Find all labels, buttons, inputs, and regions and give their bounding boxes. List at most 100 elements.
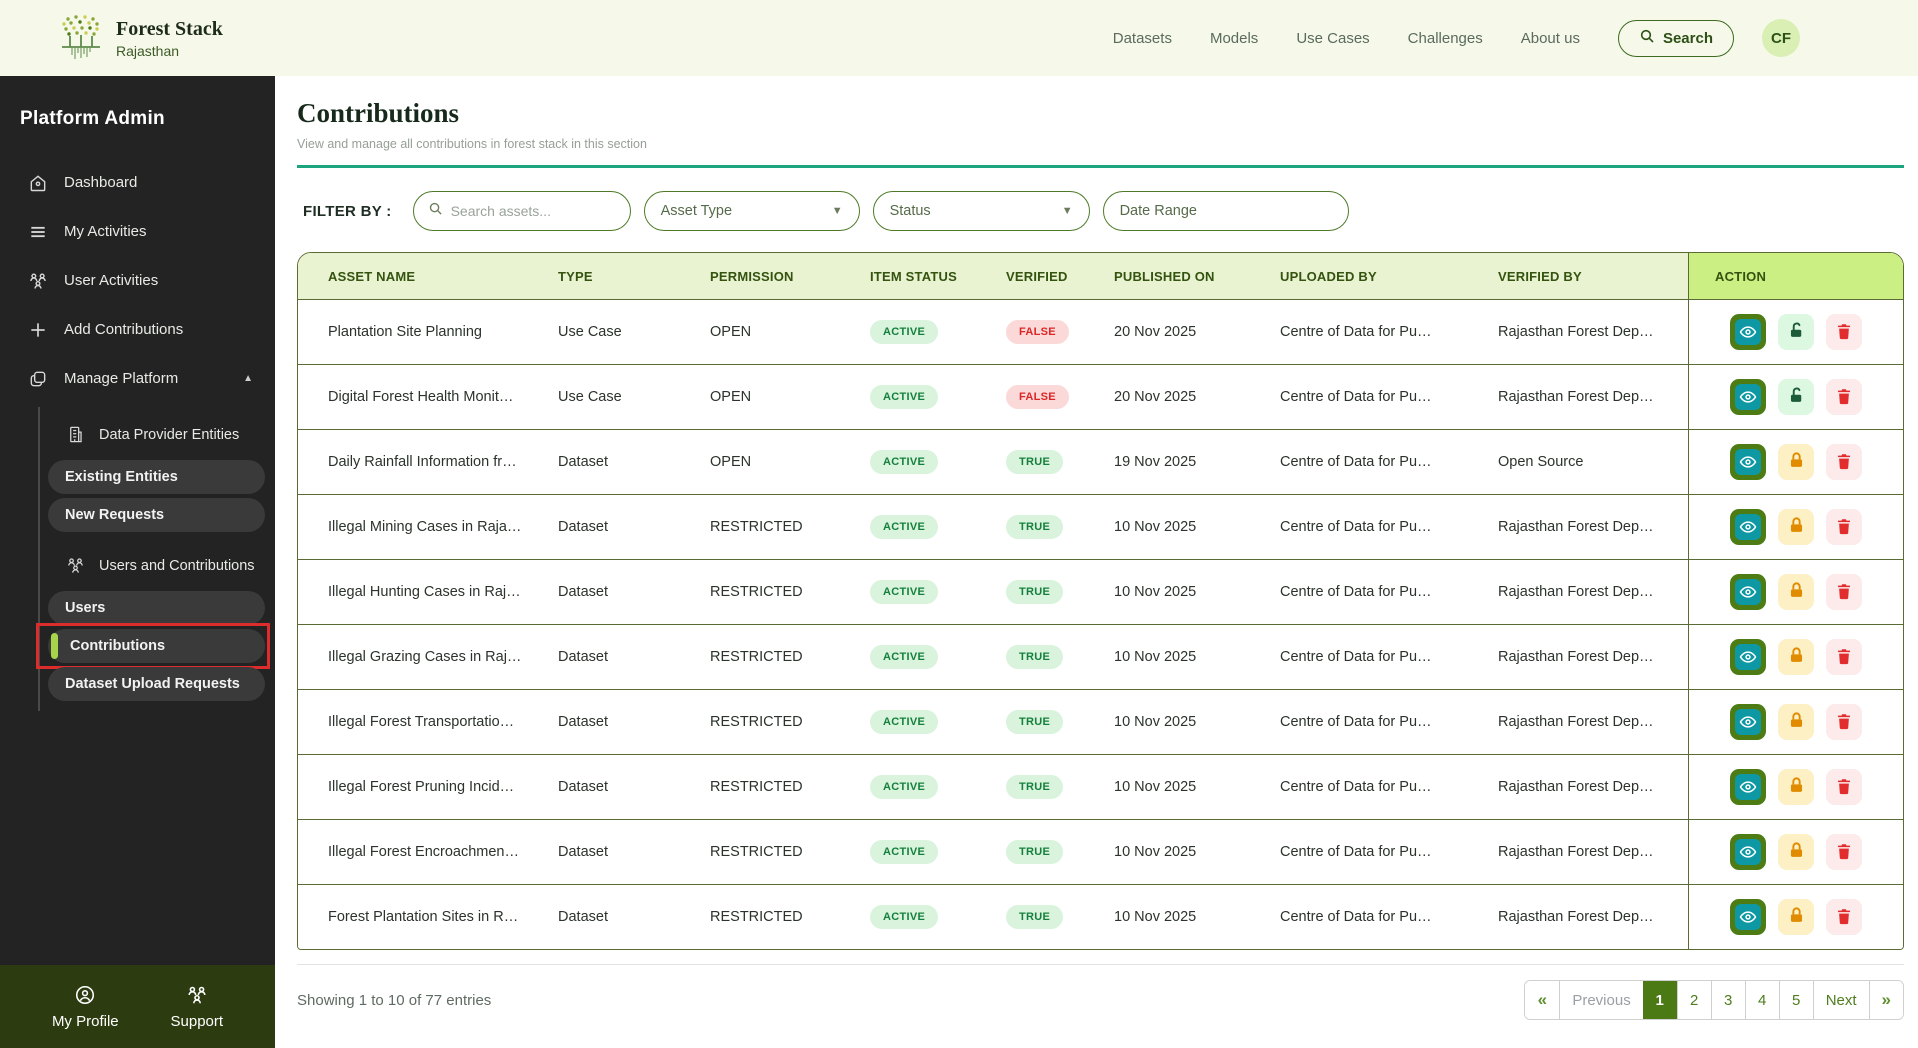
view-button[interactable] (1730, 704, 1766, 740)
nav-about-us[interactable]: About us (1521, 30, 1580, 47)
view-button[interactable] (1730, 509, 1766, 545)
sidebar-item-dashboard[interactable]: Dashboard (0, 158, 275, 207)
lock-button[interactable] (1778, 769, 1814, 805)
permission-cell: RESTRICTED (694, 560, 854, 624)
asset-type-dropdown[interactable]: Asset Type ▼ (644, 191, 860, 231)
lock-button[interactable] (1778, 834, 1814, 870)
action-cell (1688, 625, 1903, 689)
plus-icon (28, 320, 48, 340)
delete-button[interactable] (1826, 509, 1862, 545)
asset-name-cell: Illegal Mining Cases in Raja… (298, 495, 542, 559)
sidebar-item-dataset-upload-requests[interactable]: Dataset Upload Requests (48, 667, 265, 701)
lock-button[interactable] (1778, 444, 1814, 480)
column-header-verified: VERIFIED (990, 253, 1098, 299)
filter-bar: FILTER BY : Asset Type ▼ Status ▼ Date R… (297, 191, 1904, 231)
pagination: « Previous 12345 Next » (1524, 980, 1904, 1020)
pagination-page-button[interactable]: 3 (1711, 981, 1745, 1019)
asset-search-field[interactable] (413, 191, 631, 231)
item-status-cell: ACTIVE (854, 495, 990, 559)
delete-button[interactable] (1826, 574, 1862, 610)
pagination-first-button[interactable]: « (1525, 981, 1559, 1019)
lock-button[interactable] (1778, 704, 1814, 740)
verified-badge: FALSE (1006, 385, 1069, 409)
pagination-previous-button[interactable]: Previous (1559, 981, 1642, 1019)
sidebar-item-new-requests[interactable]: New Requests (48, 498, 265, 532)
delete-trash-icon (1835, 842, 1853, 863)
asset-name-cell: Forest Plantation Sites in R… (298, 885, 542, 949)
view-eye-icon (1735, 774, 1761, 800)
view-button[interactable] (1730, 769, 1766, 805)
verified-badge: TRUE (1006, 645, 1063, 669)
footer-divider (297, 964, 1904, 965)
lock-icon (1787, 646, 1806, 668)
lock-button[interactable] (1778, 639, 1814, 675)
view-button[interactable] (1730, 379, 1766, 415)
status-dropdown[interactable]: Status ▼ (873, 191, 1090, 231)
sidebar-item-my-activities[interactable]: My Activities (0, 207, 275, 256)
sidebar-item-add-contributions[interactable]: Add Contributions (0, 305, 275, 354)
verified-badge: TRUE (1006, 775, 1063, 799)
status-badge: ACTIVE (870, 450, 938, 474)
sidebar-item-data-provider-entities[interactable]: Data Provider Entities (40, 413, 265, 457)
delete-button[interactable] (1826, 314, 1862, 350)
delete-button[interactable] (1826, 704, 1862, 740)
view-button[interactable] (1730, 639, 1766, 675)
my-profile-button[interactable]: My Profile (52, 984, 119, 1030)
uploaded-by-cell: Centre of Data for Pu… (1264, 430, 1482, 494)
lock-button[interactable] (1778, 574, 1814, 610)
pagination-last-button[interactable]: » (1869, 981, 1903, 1019)
verified-cell: TRUE (990, 625, 1098, 689)
delete-button[interactable] (1826, 899, 1862, 935)
table-row: Illegal Forest Pruning Incid…DatasetREST… (298, 754, 1903, 819)
sidebar-item-contributions[interactable]: Contributions (48, 629, 265, 663)
delete-button[interactable] (1826, 379, 1862, 415)
view-button[interactable] (1730, 834, 1766, 870)
sidebar: Platform Admin Dashboard My Activities U… (0, 76, 275, 1048)
sidebar-item-users[interactable]: Users (48, 591, 265, 625)
pagination-next-button[interactable]: Next (1813, 981, 1869, 1019)
verified-by-cell: Rajasthan Forest Dep… (1482, 560, 1688, 624)
lock-button[interactable] (1778, 509, 1814, 545)
sidebar-item-manage-platform[interactable]: Manage Platform ▲ (0, 354, 275, 403)
delete-button[interactable] (1826, 769, 1862, 805)
page-title: Contributions (297, 98, 1904, 129)
pagination-page-button[interactable]: 4 (1745, 981, 1779, 1019)
sidebar-item-existing-entities[interactable]: Existing Entities (48, 460, 265, 494)
delete-button[interactable] (1826, 639, 1862, 675)
pagination-page-button[interactable]: 2 (1677, 981, 1711, 1019)
nav-datasets[interactable]: Datasets (1113, 30, 1172, 47)
verified-badge: FALSE (1006, 320, 1069, 344)
view-button[interactable] (1730, 314, 1766, 350)
uploaded-by-cell: Centre of Data for Pu… (1264, 820, 1482, 884)
unlock-button[interactable] (1778, 314, 1814, 350)
nav-models[interactable]: Models (1210, 30, 1258, 47)
delete-button[interactable] (1826, 834, 1862, 870)
pagination-page-button[interactable]: 1 (1643, 981, 1677, 1019)
item-status-cell: ACTIVE (854, 690, 990, 754)
verified-by-cell: Rajasthan Forest Dep… (1482, 885, 1688, 949)
pagination-page-button[interactable]: 5 (1779, 981, 1813, 1019)
delete-button[interactable] (1826, 444, 1862, 480)
view-button[interactable] (1730, 899, 1766, 935)
sidebar-item-users-and-contributions[interactable]: Users and Contributions (40, 544, 265, 588)
type-cell: Dataset (542, 625, 694, 689)
item-status-cell: ACTIVE (854, 625, 990, 689)
status-badge: ACTIVE (870, 385, 938, 409)
avatar[interactable]: CF (1762, 19, 1800, 57)
view-button[interactable] (1730, 574, 1766, 610)
view-button[interactable] (1730, 444, 1766, 480)
top-nav: Datasets Models Use Cases Challenges Abo… (1113, 30, 1580, 47)
nav-use-cases[interactable]: Use Cases (1296, 30, 1369, 47)
lock-button[interactable] (1778, 899, 1814, 935)
uploaded-by-cell: Centre of Data for Pu… (1264, 560, 1482, 624)
search-assets-input[interactable] (451, 203, 601, 219)
sidebar-item-user-activities[interactable]: User Activities (0, 256, 275, 305)
nav-challenges[interactable]: Challenges (1408, 30, 1483, 47)
search-button[interactable]: Search (1618, 20, 1734, 57)
date-range-picker[interactable]: Date Range (1103, 191, 1349, 231)
support-button[interactable]: Support (171, 984, 224, 1030)
unlock-button[interactable] (1778, 379, 1814, 415)
table-header-row: ASSET NAME TYPE PERMISSION ITEM STATUS V… (298, 253, 1903, 299)
manage-platform-submenu: Data Provider Entities Existing Entities… (38, 407, 275, 711)
action-cell (1688, 885, 1903, 949)
